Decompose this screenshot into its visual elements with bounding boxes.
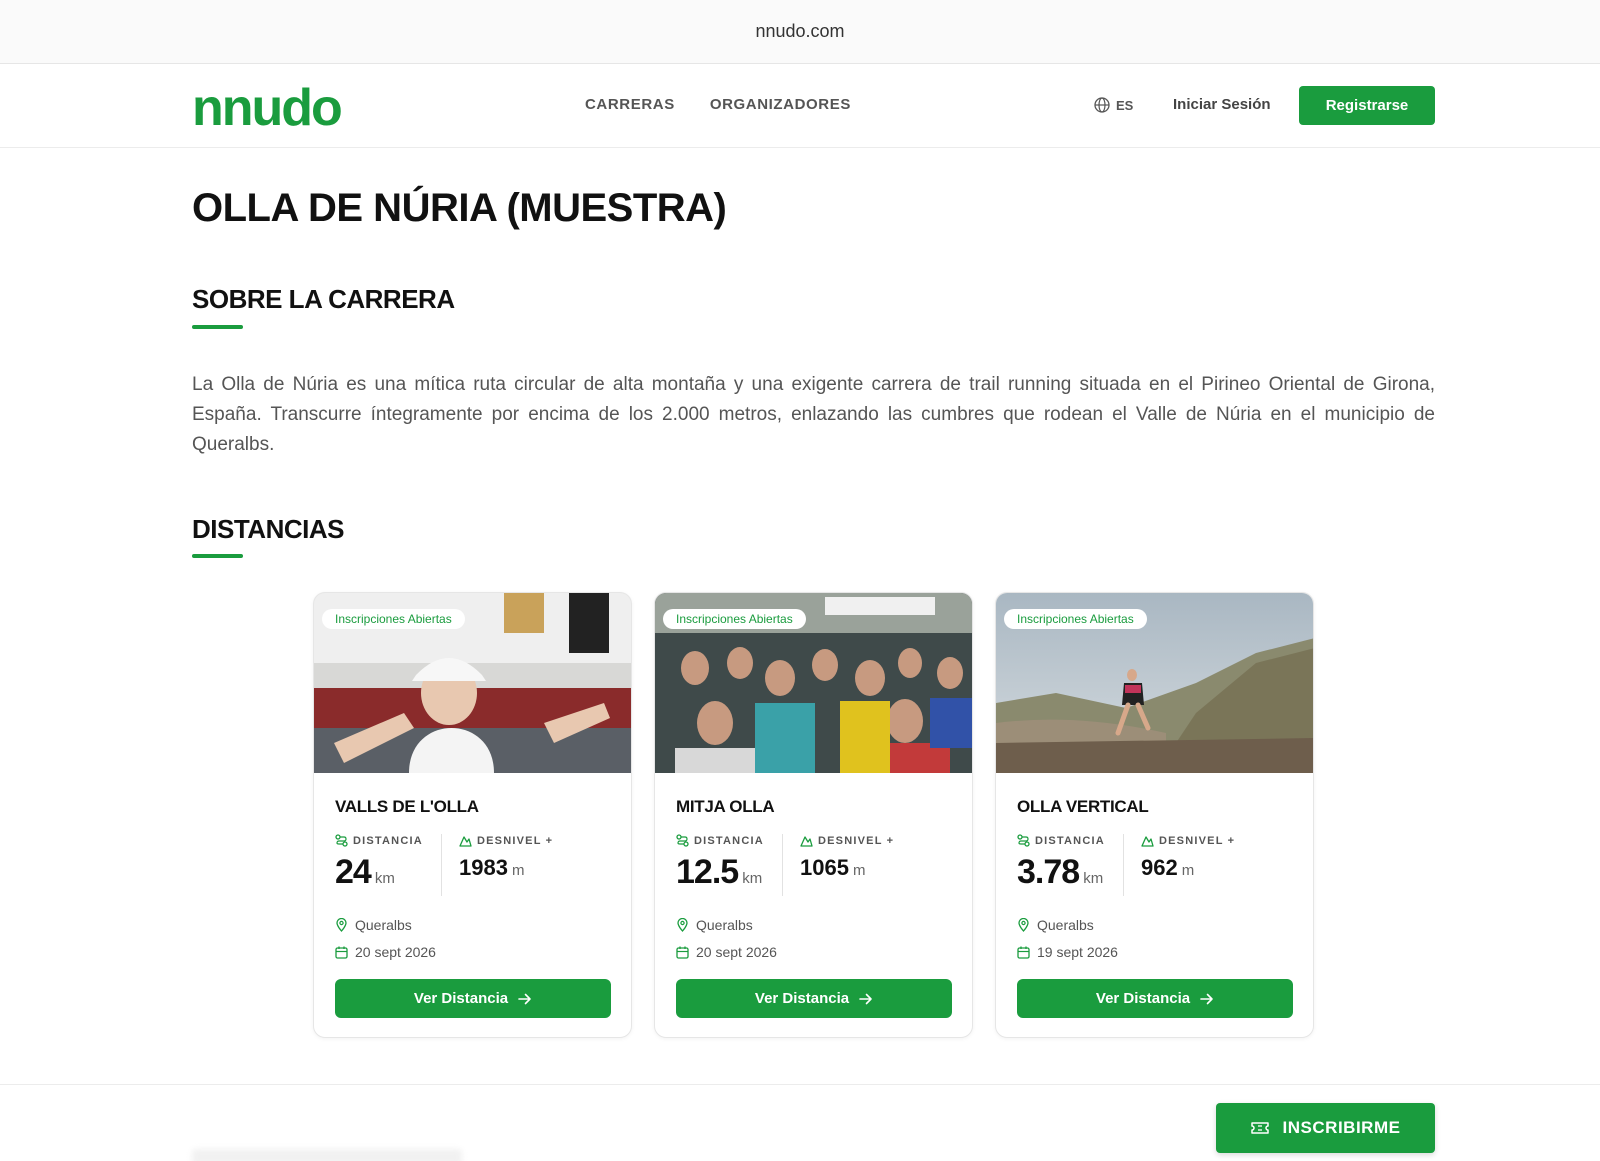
brand-logo[interactable]: nnudo: [192, 78, 343, 138]
mountain-runner-photo: Inscripciones Abiertas: [996, 593, 1313, 773]
register-button[interactable]: Registrarse: [1299, 86, 1435, 125]
location-row: Queralbs: [1017, 917, 1094, 933]
nav-link-carreras[interactable]: CARRERAS: [585, 96, 675, 113]
route-icon: [1017, 834, 1030, 847]
about-section-title: SOBRE LA CARRERA: [192, 284, 455, 314]
faded-section-heading: [192, 1149, 462, 1161]
about-text: La Olla de Núria es una mítica ruta circ…: [192, 374, 1435, 455]
calendar-icon: [1017, 946, 1030, 959]
elevation-value: 1065 m: [800, 855, 866, 880]
view-distance-button[interactable]: Ver Distancia: [335, 979, 611, 1018]
elevation-label: DESNIVEL +: [1141, 834, 1235, 847]
map-pin-icon: [1018, 918, 1029, 932]
calendar-icon: [676, 946, 689, 959]
location-row: Queralbs: [676, 917, 753, 933]
distance-card[interactable]: Inscripciones Abiertas MITJA OLLA DISTAN…: [654, 592, 973, 1038]
map-pin-icon: [677, 918, 688, 932]
route-icon: [676, 834, 689, 847]
map-pin-icon: [336, 918, 347, 932]
distance-name: OLLA VERTICAL: [1017, 797, 1149, 816]
distances-title-underline: [192, 554, 243, 558]
distance-cards: Inscripciones Abiertas VALLS DE L'OLLA D…: [313, 592, 1314, 1038]
distance-name: MITJA OLLA: [676, 797, 775, 816]
register-now-button[interactable]: INSCRIBIRME: [1216, 1103, 1435, 1153]
distance-card[interactable]: Inscripciones Abiertas OLLA VERTICAL DIS…: [995, 592, 1314, 1038]
distances-section-title: DISTANCIAS: [192, 514, 344, 544]
login-link[interactable]: Iniciar Sesión: [1173, 96, 1271, 113]
top-navbar: nnudo CARRERAS ORGANIZADORES ES Iniciar …: [0, 64, 1600, 148]
language-selector[interactable]: ES: [1094, 97, 1133, 113]
view-distance-button[interactable]: Ver Distancia: [676, 979, 952, 1018]
date-row: 20 sept 2026: [335, 944, 436, 960]
nav-links: CARRERAS ORGANIZADORES: [585, 96, 851, 113]
mountain-icon: [800, 836, 813, 847]
distance-label: DISTANCIA: [676, 834, 764, 847]
url-text: nnudo.com: [755, 21, 845, 41]
globe-icon: [1094, 97, 1110, 113]
calendar-icon: [335, 946, 348, 959]
distance-card[interactable]: Inscripciones Abiertas VALLS DE L'OLLA D…: [313, 592, 632, 1038]
distance-label: DISTANCIA: [1017, 834, 1105, 847]
distance-value: 24 km: [335, 853, 395, 891]
sticky-footer-bar: INSCRIBIRME: [0, 1084, 1600, 1161]
view-distance-button[interactable]: Ver Distancia: [1017, 979, 1293, 1018]
route-icon: [335, 834, 348, 847]
distance-value: 3.78 km: [1017, 853, 1104, 891]
elevation-value: 962 m: [1141, 855, 1195, 880]
stat-divider: [782, 834, 783, 896]
arrow-right-icon: [518, 993, 531, 1004]
mountain-icon: [459, 836, 472, 847]
language-label: ES: [1116, 97, 1134, 113]
page-title: OLLA DE NÚRIA (MUESTRA): [192, 186, 727, 230]
race-start-crowd-photo: Inscripciones Abiertas: [655, 593, 972, 773]
location-row: Queralbs: [335, 917, 412, 933]
about-title-underline: [192, 325, 243, 329]
distance-label: DISTANCIA: [335, 834, 423, 847]
browser-url-bar[interactable]: nnudo.com: [0, 0, 1600, 64]
nav-link-organizadores[interactable]: ORGANIZADORES: [710, 96, 851, 113]
registration-badge: Inscripciones Abiertas: [1004, 609, 1147, 629]
arrow-right-icon: [859, 993, 872, 1004]
mountain-icon: [1141, 836, 1154, 847]
arrow-right-icon: [1200, 993, 1213, 1004]
distance-name: VALLS DE L'OLLA: [335, 797, 479, 816]
elevation-value: 1983 m: [459, 855, 525, 880]
runner-finish-photo: Inscripciones Abiertas: [314, 593, 631, 773]
stat-divider: [1123, 834, 1124, 896]
date-row: 20 sept 2026: [676, 944, 777, 960]
elevation-label: DESNIVEL +: [800, 834, 894, 847]
ticket-icon: [1250, 1122, 1269, 1134]
elevation-label: DESNIVEL +: [459, 834, 553, 847]
date-row: 19 sept 2026: [1017, 944, 1118, 960]
stat-divider: [441, 834, 442, 896]
distance-value: 12.5 km: [676, 853, 763, 891]
registration-badge: Inscripciones Abiertas: [322, 609, 465, 629]
registration-badge: Inscripciones Abiertas: [663, 609, 806, 629]
